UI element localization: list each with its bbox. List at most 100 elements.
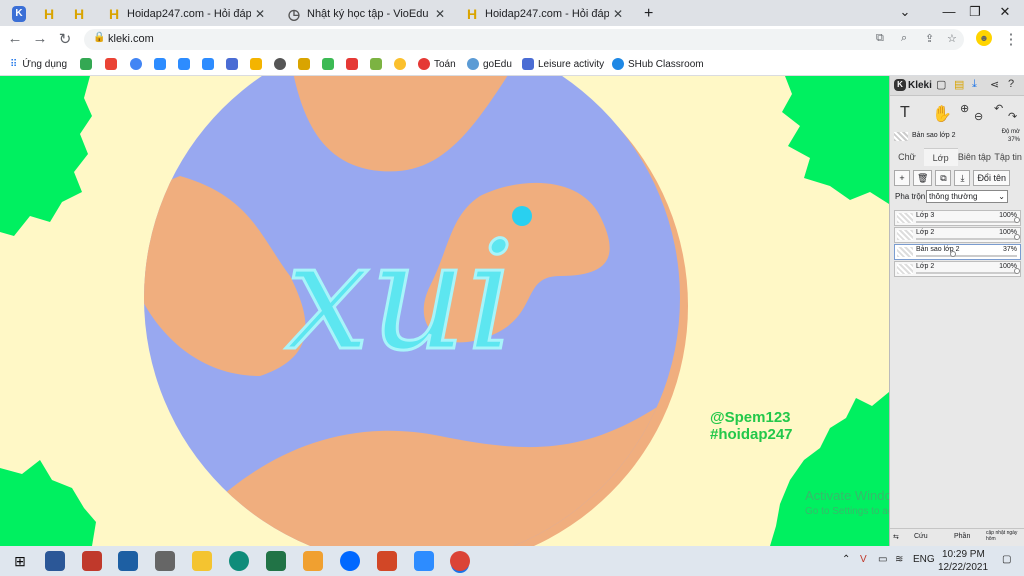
translate-site-icon[interactable] (226, 58, 238, 70)
meet-icon[interactable] (80, 58, 92, 70)
menu-icon[interactable]: ⋮ (1002, 30, 1020, 48)
forward-icon[interactable]: → (31, 30, 49, 47)
bookmark-shub[interactable]: SHub Classroom (612, 56, 704, 72)
chevron-up-icon[interactable]: ⌃ (842, 554, 850, 565)
translate-icon[interactable]: ⧉ (876, 32, 884, 45)
tab-vioedu[interactable]: ◷ Nhật ký học tập - VioEdu ✕ (278, 2, 453, 26)
app-icon[interactable] (155, 551, 175, 571)
opacity-slider[interactable] (916, 217, 1020, 223)
zoom-icon[interactable]: ⌕ (901, 32, 907, 45)
slider-knob[interactable] (950, 251, 957, 257)
duplicate-layer-button[interactable]: ⧉ (935, 170, 952, 186)
lang-label[interactable]: ENG (913, 554, 935, 565)
open-icon[interactable]: ▤ (954, 78, 964, 91)
excel-icon[interactable] (266, 551, 286, 571)
address-bar[interactable]: 🔒 kleki.com ⧉ ⌕ ⇪ ☆ (84, 29, 964, 50)
hand-tool-icon[interactable]: ✋ (932, 104, 952, 124)
layer-row[interactable]: Lớp 2 100% (894, 261, 1021, 277)
add-layer-button[interactable]: + (894, 170, 910, 186)
bookmark-site-icon[interactable] (370, 58, 382, 70)
hoidap-icon[interactable] (298, 58, 310, 70)
layer-row[interactable]: Lớp 3 100% (894, 210, 1021, 226)
app-icon[interactable] (82, 551, 102, 571)
new-tab-button[interactable]: + (636, 2, 662, 26)
gmail-icon[interactable] (105, 58, 117, 70)
zoom-in-icon[interactable]: ⊕ (960, 102, 969, 115)
chrome-icon[interactable] (450, 551, 470, 571)
tab-hoidap-2[interactable]: H Hoidap247.com - Hỏi đáp bài tập ✕ (456, 2, 631, 26)
start-button[interactable]: ⊞ (10, 551, 30, 571)
bookmark-leisure[interactable]: Leisure activity (522, 56, 604, 72)
bookmark-apps[interactable]: ⠿ Ứng dụng (10, 56, 67, 72)
drawing-canvas[interactable]: xui @Spem123 #hoidap247 Activate Windows… (0, 76, 889, 546)
delete-layer-button[interactable]: 🗑 (913, 170, 933, 186)
zoom-app-icon[interactable] (154, 58, 166, 70)
battery-icon[interactable]: ▭ (878, 554, 887, 565)
layer-row[interactable]: Lớp 2 100% (894, 227, 1021, 243)
tab-pinned-1[interactable]: H (36, 2, 66, 26)
notification-icon[interactable]: ▢ (1002, 554, 1011, 565)
opacity-slider[interactable] (916, 268, 1020, 274)
bookmark-goedu[interactable]: goEdu (467, 56, 512, 72)
close-icon[interactable]: ✕ (435, 7, 445, 21)
close-icon[interactable]: ✕ (255, 7, 265, 21)
swap-icon[interactable]: ⇆ (893, 533, 899, 541)
zoom-app-icon[interactable] (202, 58, 214, 70)
bookmark-site-icon[interactable] (322, 58, 334, 70)
help-icon[interactable]: ? (1008, 78, 1014, 90)
tab-kleki[interactable]: K (4, 2, 34, 26)
app-icon[interactable] (303, 551, 323, 571)
clock-time[interactable]: 10:29 PM (942, 549, 985, 560)
tab-edit[interactable]: Biên tập (958, 148, 992, 166)
vioedu-app-icon[interactable] (118, 551, 138, 571)
folder-icon[interactable] (192, 551, 212, 571)
slider-knob[interactable] (1014, 217, 1020, 223)
tab-layers[interactable]: Lớp (923, 148, 958, 166)
blend-select[interactable]: thông thường ⌄ (926, 190, 1008, 203)
share-icon[interactable]: ⋖ (990, 78, 999, 91)
close-icon[interactable]: ✕ (613, 7, 623, 21)
merge-layer-button[interactable]: ⤓ (954, 170, 971, 186)
back-icon[interactable]: ← (6, 30, 24, 47)
undo-panel-button[interactable]: Cứu (914, 533, 928, 540)
layer-row[interactable]: Bản sao lớp 2 37% (894, 244, 1021, 260)
zalo-icon[interactable] (340, 551, 360, 571)
avatar[interactable]: ☻ (976, 30, 992, 46)
tab-hoidap-1[interactable]: H Hoidap247.com - Hỏi đáp bài tập ✕ (98, 2, 273, 26)
tab-file[interactable]: Tập tin (991, 148, 1024, 166)
share-icon[interactable]: ⇪ (925, 32, 934, 45)
tab-search-icon[interactable]: ⌄ (882, 0, 928, 26)
word-icon[interactable] (45, 551, 65, 571)
bookmark-toan[interactable]: Toán (418, 56, 456, 72)
star-icon[interactable]: ☆ (947, 32, 957, 45)
opacity-slider[interactable] (916, 234, 1020, 240)
share-panel-button[interactable]: Phần (954, 533, 970, 540)
slider-knob[interactable] (1014, 234, 1020, 240)
close-window-button[interactable]: ✕ (982, 0, 1024, 26)
wifi-icon[interactable]: ≋ (895, 554, 903, 565)
maps-icon[interactable] (130, 58, 142, 70)
lock-icon[interactable]: 🔒 (93, 32, 105, 43)
clock-date[interactable]: 12/22/2021 (938, 562, 988, 573)
zoom-out-icon[interactable]: ⊖ (974, 110, 983, 123)
timer-icon[interactable] (274, 58, 286, 70)
emoji-icon[interactable] (394, 58, 406, 70)
edge-icon[interactable] (229, 551, 249, 571)
opacity-slider[interactable] (916, 251, 1017, 257)
app-tray-icon[interactable]: V (860, 554, 867, 565)
bookmark-site-icon[interactable] (346, 58, 358, 70)
tab-pinned-2[interactable]: H (66, 2, 96, 26)
undo-icon[interactable]: ↶ (994, 102, 1003, 115)
text-tool-icon[interactable]: T (900, 104, 910, 122)
reload-icon[interactable]: ↻ (56, 30, 74, 48)
zoom-app-icon[interactable] (178, 58, 190, 70)
tab-text[interactable]: Chữ (890, 148, 924, 166)
download-icon[interactable]: ⤓ (972, 78, 977, 91)
redo-icon[interactable]: ↷ (1008, 110, 1017, 123)
rename-button[interactable]: Đổi tên (973, 170, 1010, 186)
bookmark-site-icon[interactable] (250, 58, 262, 70)
zoom-app-icon[interactable] (414, 551, 434, 571)
new-icon[interactable]: ▢ (936, 78, 946, 91)
powerpoint-icon[interactable] (377, 551, 397, 571)
slider-knob[interactable] (1014, 268, 1020, 274)
